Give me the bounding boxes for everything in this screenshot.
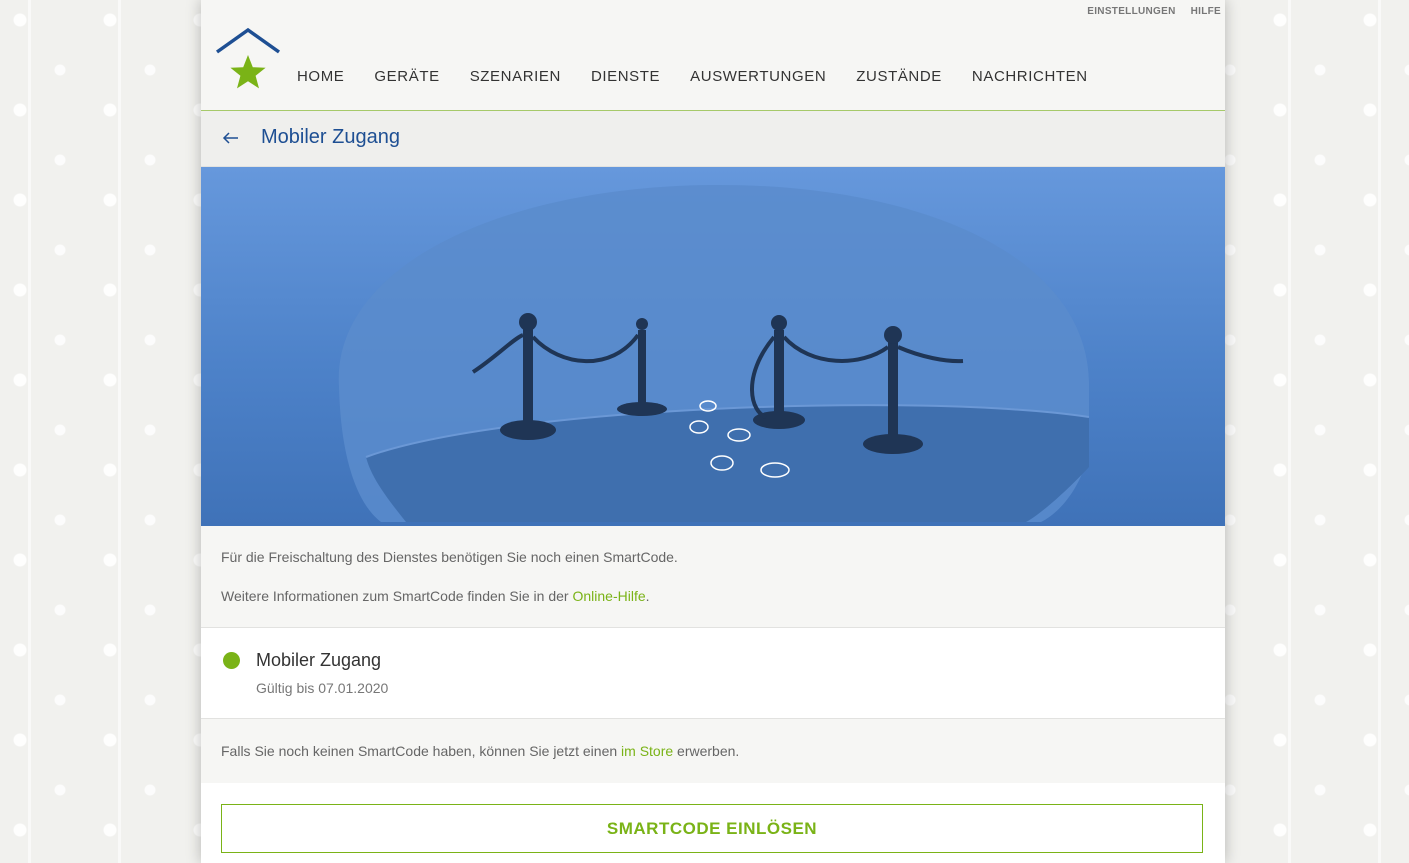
- home-star-logo-icon[interactable]: [214, 27, 282, 91]
- hero-illustration: [201, 167, 1225, 526]
- nav-states[interactable]: ZUSTÄNDE: [856, 68, 942, 85]
- action-area: SMARTCODE EINLÖSEN: [201, 783, 1225, 863]
- nav-messages[interactable]: NACHRICHTEN: [972, 68, 1088, 85]
- valid-until-text: Gültig bis 07.01.2020: [256, 680, 389, 696]
- nav-services[interactable]: DIENSTE: [591, 68, 660, 85]
- store-note-text: Falls Sie noch keinen SmartCode haben, k…: [221, 743, 740, 759]
- redeem-smartcode-button[interactable]: SMARTCODE EINLÖSEN: [221, 804, 1203, 853]
- nav-scenarios[interactable]: SZENARIEN: [470, 68, 561, 85]
- back-arrow-icon[interactable]: [221, 128, 241, 148]
- store-link[interactable]: im Store: [621, 743, 673, 759]
- page: EINSTELLUNGEN HILFE HOME GERÄTE SZENARIE…: [201, 0, 1225, 863]
- page-title: Mobiler Zugang: [261, 126, 400, 148]
- info-section: Für die Freischaltung des Dienstes benöt…: [201, 526, 1225, 628]
- nav-evaluations[interactable]: AUSWERTUNGEN: [690, 68, 826, 85]
- help-link[interactable]: HILFE: [1191, 6, 1221, 17]
- service-name: Mobiler Zugang: [256, 650, 382, 670]
- velvet-rope-illustration: [338, 184, 1090, 522]
- store-note: Falls Sie noch keinen SmartCode haben, k…: [201, 719, 1225, 783]
- header: EINSTELLUNGEN HILFE HOME GERÄTE SZENARIE…: [201, 0, 1225, 111]
- main-nav: HOME GERÄTE SZENARIEN DIENSTE AUSWERTUNG…: [297, 68, 1118, 85]
- settings-link[interactable]: EINSTELLUNGEN: [1087, 6, 1175, 17]
- title-bar: Mobiler Zugang: [201, 111, 1225, 167]
- status-indicator-dot: [223, 652, 240, 669]
- service-status-item: Mobiler Zugang Gültig bis 07.01.2020: [201, 628, 1225, 719]
- info-more-details: Weitere Informationen zum SmartCode find…: [221, 588, 650, 604]
- nav-devices[interactable]: GERÄTE: [374, 68, 439, 85]
- nav-home[interactable]: HOME: [297, 68, 344, 85]
- online-help-link[interactable]: Online-Hilfe: [572, 588, 645, 604]
- utility-links: EINSTELLUNGEN HILFE: [1087, 6, 1221, 17]
- info-smartcode-required: Für die Freischaltung des Dienstes benöt…: [221, 549, 678, 565]
